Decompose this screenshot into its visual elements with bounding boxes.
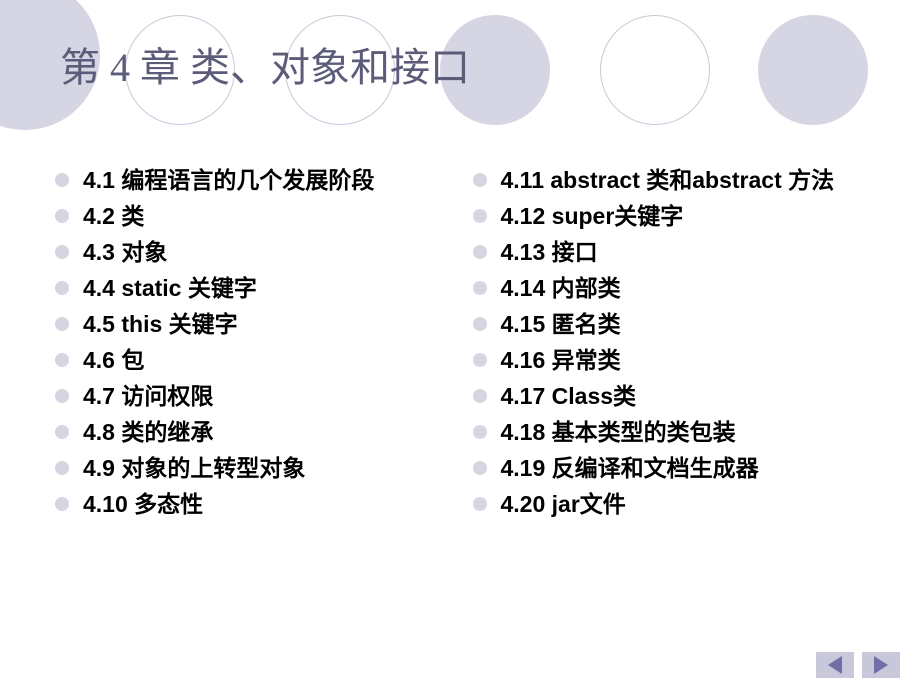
bullet-icon <box>473 389 487 403</box>
list-item: 4.10 多态性 <box>55 489 468 520</box>
bullet-icon <box>55 353 69 367</box>
bullet-icon <box>55 317 69 331</box>
item-text: 4.16 异常类 <box>501 345 621 376</box>
list-item: 4.8 类的继承 <box>55 417 468 448</box>
left-column: 4.1 编程语言的几个发展阶段 4.2 类 4.3 对象 4.4 static 关键字… <box>55 165 468 525</box>
item-text: 4.6 包 <box>83 345 144 376</box>
circle-decoration <box>600 15 710 125</box>
list-item: 4.12 super关键字 <box>473 201 886 232</box>
right-column: 4.11 abstract 类和abstract 方法 4.12 super关键字… <box>473 165 886 525</box>
list-item: 4.14 内部类 <box>473 273 886 304</box>
list-item: 4.19 反编译和文档生成器 <box>473 453 886 484</box>
bullet-icon <box>473 281 487 295</box>
item-text: 4.19 反编译和文档生成器 <box>501 453 759 484</box>
list-item: 4.9 对象的上转型对象 <box>55 453 468 484</box>
bullet-icon <box>473 173 487 187</box>
content-area: 4.1 编程语言的几个发展阶段 4.2 类 4.3 对象 4.4 static 关键字… <box>55 165 885 525</box>
list-item: 4.7 访问权限 <box>55 381 468 412</box>
item-text: 4.12 super关键字 <box>501 201 684 232</box>
list-item: 4.3 对象 <box>55 237 468 268</box>
bullet-icon <box>473 497 487 511</box>
list-item: 4.5 this 关键字 <box>55 309 468 340</box>
list-item: 4.6 包 <box>55 345 468 376</box>
list-item: 4.13 接口 <box>473 237 886 268</box>
prev-button[interactable] <box>816 652 854 678</box>
bullet-icon <box>55 425 69 439</box>
item-text: 4.14 内部类 <box>501 273 621 304</box>
item-text: 4.17 Class类 <box>501 381 637 412</box>
bullet-icon <box>55 173 69 187</box>
list-item: 4.11 abstract 类和abstract 方法 <box>473 165 886 196</box>
bullet-icon <box>55 209 69 223</box>
item-text: 4.7 访问权限 <box>83 381 213 412</box>
arrow-left-icon <box>828 656 842 674</box>
list-item: 4.2 类 <box>55 201 468 232</box>
item-text: 4.11 abstract 类和abstract 方法 <box>501 165 835 196</box>
navigation-buttons <box>816 652 900 678</box>
item-text: 4.18 基本类型的类包装 <box>501 417 736 448</box>
item-text: 4.4 static 关键字 <box>83 273 257 304</box>
list-item: 4.17 Class类 <box>473 381 886 412</box>
bullet-icon <box>473 461 487 475</box>
item-text: 4.8 类的继承 <box>83 417 213 448</box>
item-text: 4.13 接口 <box>501 237 598 268</box>
list-item: 4.15 匿名类 <box>473 309 886 340</box>
item-text: 4.9 对象的上转型对象 <box>83 453 305 484</box>
bullet-icon <box>473 353 487 367</box>
list-item: 4.20 jar文件 <box>473 489 886 520</box>
list-item: 4.16 异常类 <box>473 345 886 376</box>
bullet-icon <box>473 425 487 439</box>
bullet-icon <box>55 461 69 475</box>
bullet-icon <box>473 209 487 223</box>
item-text: 4.5 this 关键字 <box>83 309 238 340</box>
chapter-title: 第 4 章 类、对象和接口 <box>60 35 470 93</box>
bullet-icon <box>55 281 69 295</box>
arrow-right-icon <box>874 656 888 674</box>
bullet-icon <box>55 497 69 511</box>
item-text: 4.20 jar文件 <box>501 489 626 520</box>
item-text: 4.10 多态性 <box>83 489 203 520</box>
bullet-icon <box>55 389 69 403</box>
list-item: 4.4 static 关键字 <box>55 273 468 304</box>
bullet-icon <box>473 245 487 259</box>
item-text: 4.15 匿名类 <box>501 309 621 340</box>
item-text: 4.2 类 <box>83 201 144 232</box>
bullet-icon <box>55 245 69 259</box>
list-item: 4.18 基本类型的类包装 <box>473 417 886 448</box>
next-button[interactable] <box>862 652 900 678</box>
list-item: 4.1 编程语言的几个发展阶段 <box>55 165 468 196</box>
bullet-icon <box>473 317 487 331</box>
item-text: 4.1 编程语言的几个发展阶段 <box>83 165 374 196</box>
circle-decoration <box>758 15 868 125</box>
item-text: 4.3 对象 <box>83 237 167 268</box>
